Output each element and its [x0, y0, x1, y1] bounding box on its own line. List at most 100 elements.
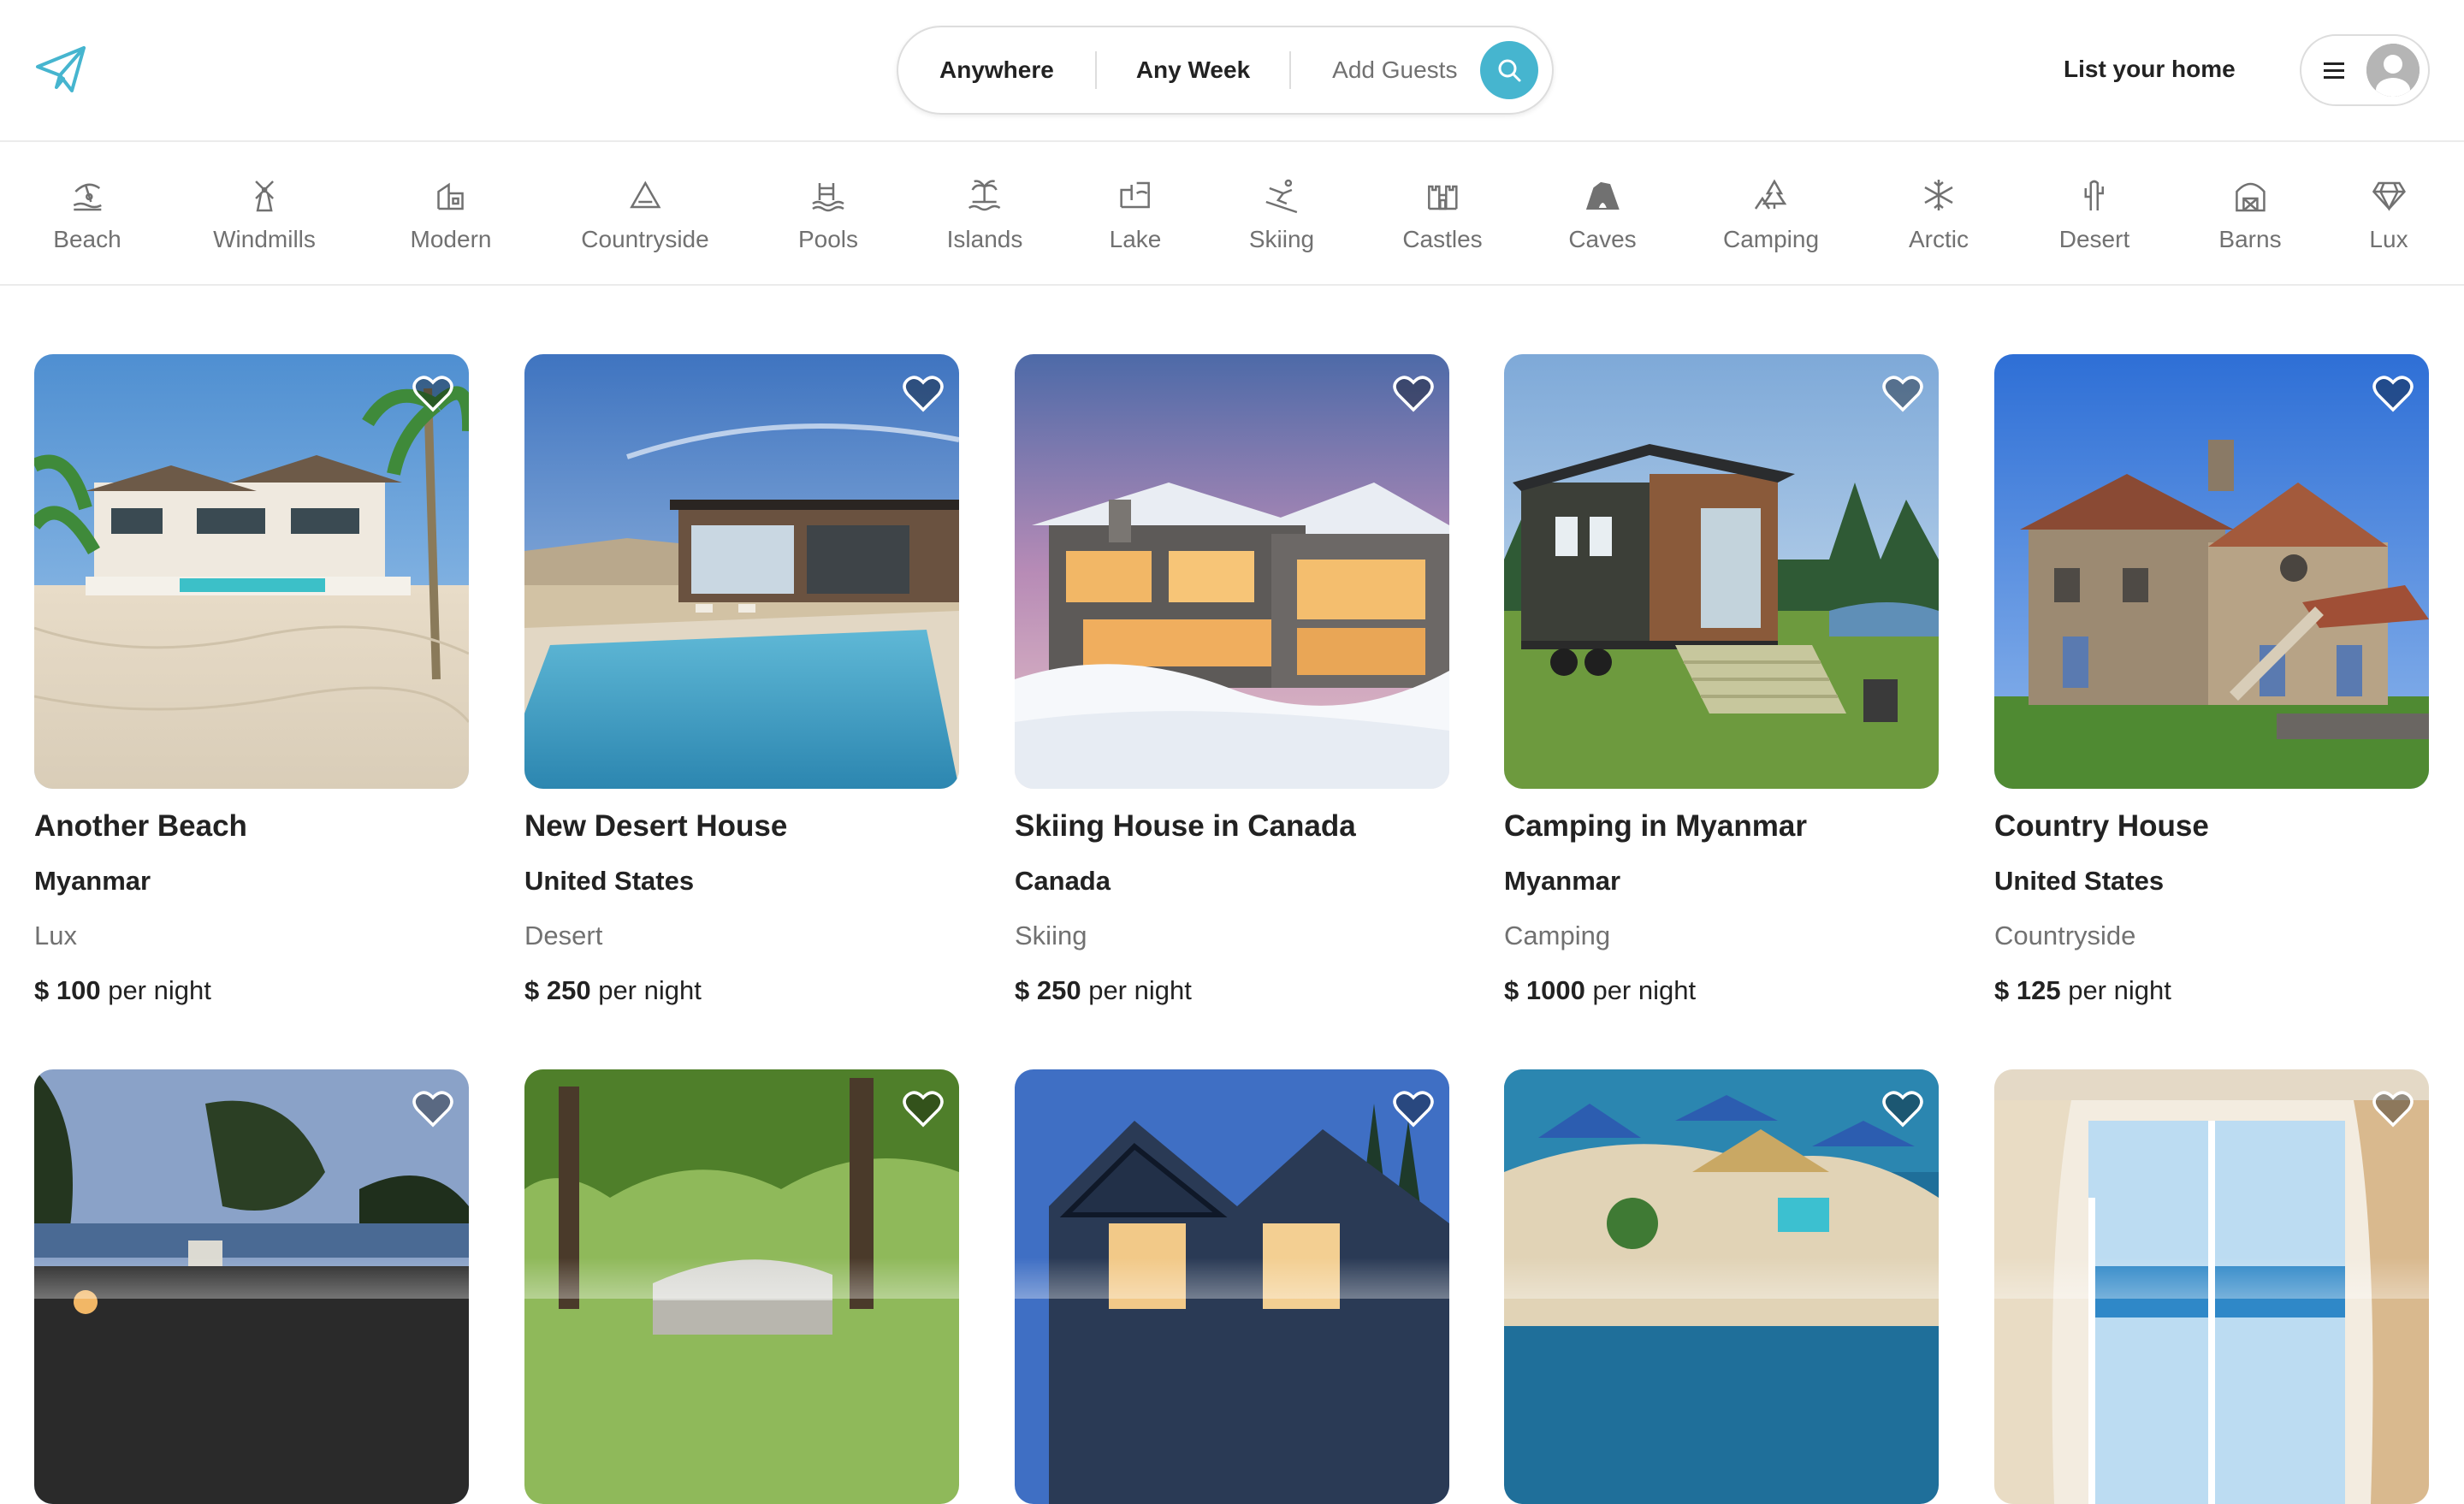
listing-price: $ 125 per night: [1994, 975, 2429, 1010]
modern-house-icon: [437, 182, 465, 210]
favorite-heart-icon[interactable]: [1391, 371, 1436, 416]
search-location[interactable]: Anywhere: [898, 26, 1095, 115]
camping-icon: [1754, 179, 1787, 210]
price-unit: per night: [1592, 975, 1697, 1005]
listing-title[interactable]: Another Beach: [34, 809, 469, 847]
listing-card[interactable]: Camping in Myanmar Myanmar Camping $ 100…: [1504, 354, 1939, 1010]
listing-card[interactable]: [1015, 1069, 1449, 1504]
user-menu-button[interactable]: [2300, 34, 2430, 106]
category-label: Barns: [2218, 226, 2282, 252]
price-unit: per night: [598, 975, 702, 1005]
category-skiing[interactable]: Skiing: [1249, 176, 1314, 262]
list-your-home-link[interactable]: List your home: [2064, 48, 2236, 91]
sea-view-room-photo: [1994, 1069, 2429, 1504]
price-amount: $ 1000: [1504, 975, 1585, 1005]
forest-camper-photo: [524, 1069, 959, 1504]
hamburger-menu-icon: [2324, 62, 2344, 79]
favorite-heart-icon[interactable]: [901, 371, 945, 416]
favorite-heart-icon[interactable]: [2371, 1087, 2415, 1131]
category-countryside[interactable]: Countryside: [581, 176, 709, 262]
lake-icon: [1120, 181, 1151, 209]
category-modern[interactable]: Modern: [411, 176, 491, 262]
price-amount: $ 100: [34, 975, 101, 1005]
snowflake-icon: [1924, 180, 1953, 210]
listing-photo[interactable]: [1015, 1069, 1449, 1504]
search-icon: [1498, 59, 1521, 82]
listing-photo[interactable]: [1994, 1069, 2429, 1504]
category-label: Islands: [946, 226, 1023, 252]
listing-price: $ 250 per night: [1015, 975, 1449, 1010]
diamond-icon: [2372, 181, 2406, 211]
category-label: Arctic: [1909, 226, 1969, 252]
category-label: Lux: [2369, 226, 2408, 252]
listing-card[interactable]: New Desert House United States Desert $ …: [524, 354, 959, 1010]
category-label: Lake: [1109, 226, 1162, 252]
category-label: Caves: [1568, 226, 1637, 252]
listing-photo[interactable]: [1504, 1069, 1939, 1504]
skiing-icon: [1265, 179, 1298, 214]
listing-card[interactable]: Country House United States Countryside …: [1994, 354, 2429, 1010]
category-windmills[interactable]: Windmills: [213, 176, 316, 262]
listing-title[interactable]: New Desert House: [524, 809, 959, 847]
listing-card[interactable]: Another Beach Myanmar Lux $ 100 per nigh…: [34, 354, 469, 1010]
search-button[interactable]: [1480, 41, 1538, 99]
favorite-heart-icon[interactable]: [2371, 371, 2415, 416]
price-unit: per night: [1088, 975, 1192, 1005]
country-stone-house-photo: [1994, 354, 2429, 789]
favorite-heart-icon[interactable]: [1881, 371, 1925, 416]
listing-category: Desert: [524, 921, 603, 950]
listing-category: Skiing: [1015, 921, 1087, 950]
listing-card[interactable]: Skiing House in Canada Canada Skiing $ 2…: [1015, 354, 1449, 1010]
listing-category: Camping: [1504, 921, 1611, 950]
listing-card[interactable]: [1994, 1069, 2429, 1504]
category-bar: Beach Windmills Modern Countryside Pools…: [0, 144, 2464, 286]
listing-photo[interactable]: [1994, 354, 2429, 789]
category-islands[interactable]: Islands: [946, 176, 1023, 262]
category-camping[interactable]: Camping: [1723, 176, 1819, 262]
category-beach[interactable]: Beach: [53, 176, 121, 262]
category-desert[interactable]: Desert: [2059, 176, 2129, 262]
listing-category: Countryside: [1994, 921, 2136, 950]
listing-photo[interactable]: [1504, 354, 1939, 789]
category-caves[interactable]: Caves: [1568, 176, 1637, 262]
listing-photo[interactable]: [524, 354, 959, 789]
category-castles[interactable]: Castles: [1402, 176, 1483, 262]
listing-card[interactable]: [34, 1069, 469, 1504]
category-label: Desert: [2058, 226, 2130, 252]
category-lux[interactable]: Lux: [2369, 176, 2408, 262]
category-label: Beach: [53, 226, 121, 252]
cactus-icon: [2084, 180, 2105, 210]
category-pools[interactable]: Pools: [798, 176, 858, 262]
listing-title[interactable]: Camping in Myanmar: [1504, 809, 1939, 847]
favorite-heart-icon[interactable]: [1391, 1087, 1436, 1131]
listing-card[interactable]: [1504, 1069, 1939, 1504]
favorite-heart-icon[interactable]: [901, 1087, 945, 1131]
listing-photo[interactable]: [524, 1069, 959, 1504]
listing-location: Canada: [1015, 866, 1111, 896]
listing-title[interactable]: Country House: [1994, 809, 2429, 847]
search-guests[interactable]: Add Guests: [1291, 26, 1478, 115]
category-arctic[interactable]: Arctic: [1909, 176, 1969, 262]
castle-icon: [1427, 185, 1458, 210]
listing-location: United States: [524, 866, 695, 896]
listing-location: United States: [1994, 866, 2165, 896]
windmill-icon: [255, 181, 274, 212]
pool-icon: [812, 183, 844, 212]
island-icon: [968, 180, 1001, 211]
listing-location: Myanmar: [1504, 866, 1621, 896]
listing-photo[interactable]: [34, 1069, 469, 1504]
favorite-heart-icon[interactable]: [1881, 1087, 1925, 1131]
listing-photo[interactable]: [34, 354, 469, 789]
beach-icon: [73, 183, 102, 211]
category-lake[interactable]: Lake: [1109, 176, 1162, 262]
paper-plane-logo-icon[interactable]: [34, 43, 87, 96]
favorite-heart-icon[interactable]: [411, 371, 455, 416]
search-bar[interactable]: Anywhere Any Week Add Guests: [897, 26, 1554, 115]
category-label: Camping: [1722, 226, 1820, 252]
favorite-heart-icon[interactable]: [411, 1087, 455, 1131]
listing-card[interactable]: [524, 1069, 959, 1504]
category-barns[interactable]: Barns: [2218, 176, 2282, 262]
listing-title[interactable]: Skiing House in Canada: [1015, 809, 1449, 847]
search-week[interactable]: Any Week: [1097, 26, 1289, 115]
listing-photo[interactable]: [1015, 354, 1449, 789]
